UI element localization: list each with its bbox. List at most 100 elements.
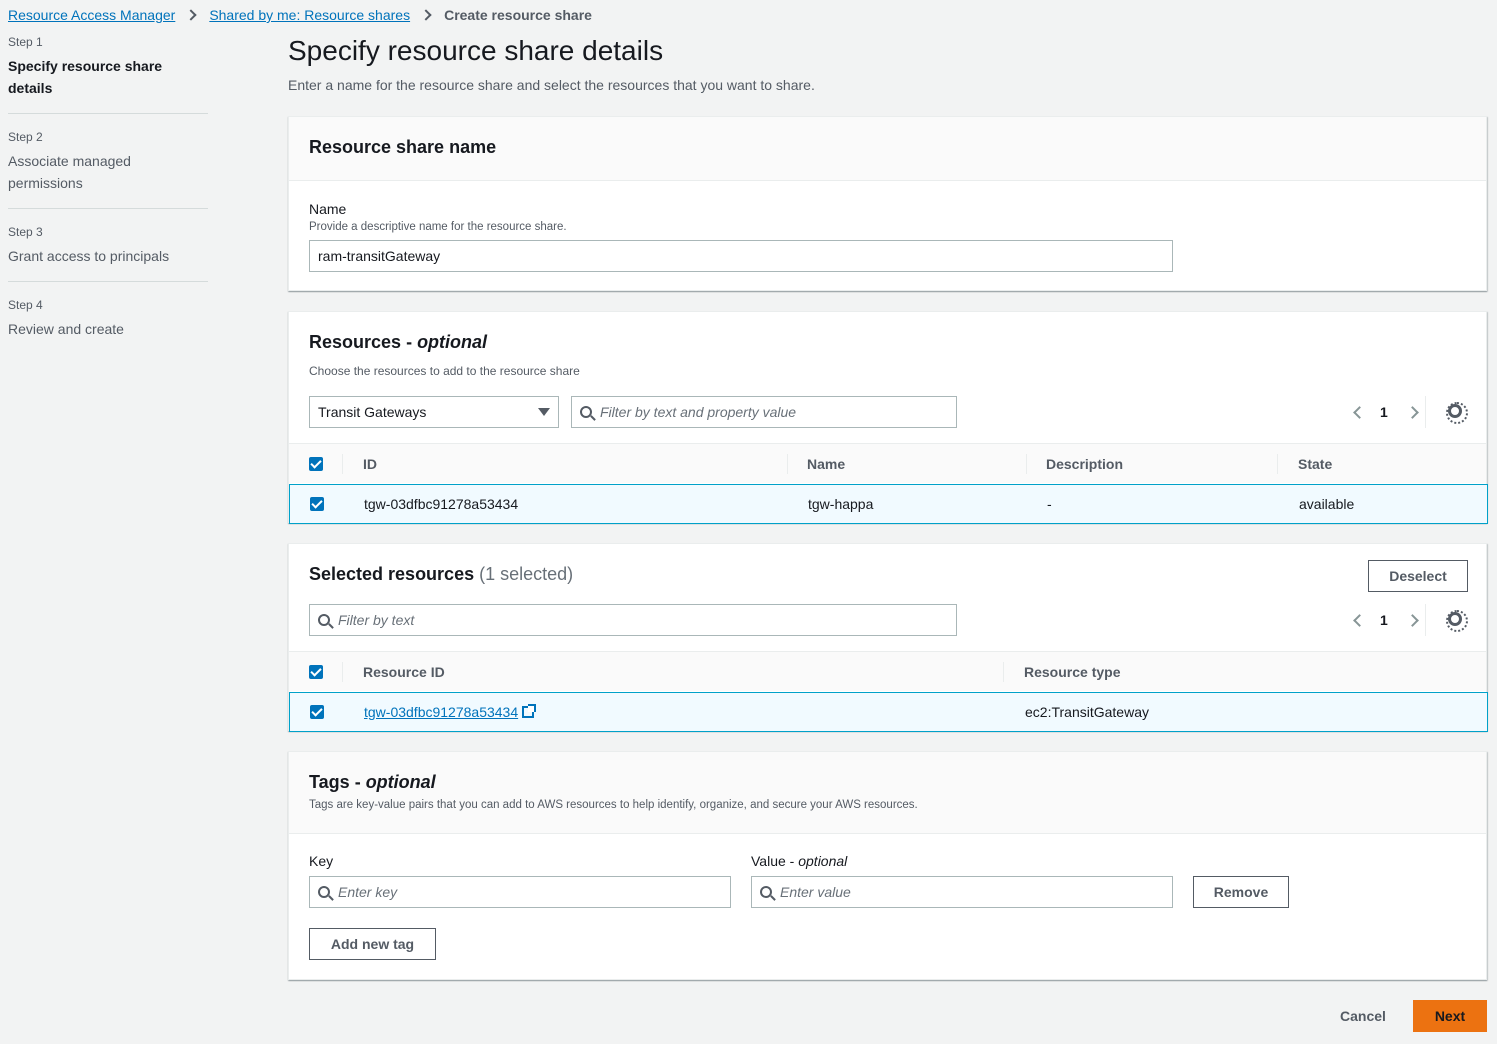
divider xyxy=(1425,604,1426,636)
column-divider xyxy=(787,454,788,474)
step-4: Step 4 Review and create xyxy=(8,298,208,354)
add-new-tag-button[interactable]: Add new tag xyxy=(309,928,436,960)
cell-name: tgw-happa xyxy=(808,496,874,512)
resources-filter-placeholder: Filter by text and property value xyxy=(600,404,797,420)
column-divider xyxy=(1026,454,1027,474)
tag-value-input[interactable]: Enter value xyxy=(751,876,1173,908)
step-2: Step 2 Associate managed permissions xyxy=(8,130,208,209)
resource-type-select[interactable]: Transit Gateways xyxy=(309,396,559,428)
page-number[interactable]: 1 xyxy=(1380,612,1388,628)
row-checkbox[interactable] xyxy=(310,497,324,511)
col-name[interactable]: Name xyxy=(807,456,845,472)
search-icon xyxy=(760,886,772,898)
tags-title: Tags - optional xyxy=(309,772,436,792)
col-description[interactable]: Description xyxy=(1046,456,1123,472)
resources-title-text: Resources xyxy=(309,332,402,352)
breadcrumb-resource-shares[interactable]: Shared by me: Resource shares xyxy=(209,7,410,23)
settings-gear-icon[interactable] xyxy=(1446,402,1468,424)
col-state[interactable]: State xyxy=(1298,456,1332,472)
chevron-right-icon xyxy=(185,9,197,21)
selected-count: (1 selected) xyxy=(479,564,574,584)
table-row[interactable]: tgw-03dfbc91278a53434 tgw-happa - availa… xyxy=(289,484,1488,524)
column-divider xyxy=(342,662,343,682)
step-label: Review and create xyxy=(8,321,124,337)
tags-panel: Tags - optional Tags are key-value pairs… xyxy=(288,751,1487,980)
column-divider xyxy=(342,454,343,474)
value-label-suffix: optional xyxy=(798,853,848,869)
settings-gear-icon[interactable] xyxy=(1446,610,1468,632)
key-label: Key xyxy=(309,853,334,869)
tags-title-text: Tags xyxy=(309,772,350,792)
breadcrumb-resource-access-manager[interactable]: Resource Access Manager xyxy=(8,7,175,23)
cell-resource-type: ec2:TransitGateway xyxy=(1025,704,1149,720)
wizard-steps: Step 1 Specify resource share details St… xyxy=(8,35,208,370)
column-divider xyxy=(1003,662,1004,682)
step-number: Step 4 xyxy=(8,298,43,312)
caret-down-icon xyxy=(538,408,550,416)
tags-title-suffix: optional xyxy=(365,772,436,792)
cancel-button[interactable]: Cancel xyxy=(1340,1008,1386,1024)
col-resource-id[interactable]: Resource ID xyxy=(363,664,445,680)
page-number[interactable]: 1 xyxy=(1380,404,1388,420)
col-id[interactable]: ID xyxy=(363,456,377,472)
chevron-right-icon[interactable] xyxy=(1405,613,1419,627)
breadcrumb: Resource Access Manager Shared by me: Re… xyxy=(8,7,592,23)
selected-table-header: Resource ID Resource type xyxy=(289,651,1486,691)
selected-title: Selected resources (1 selected) xyxy=(309,564,573,585)
remove-tag-button[interactable]: Remove xyxy=(1193,876,1289,908)
step-label: Associate managed permissions xyxy=(8,153,131,191)
page-title: Specify resource share details xyxy=(288,35,664,66)
panel-header: Resource share name xyxy=(289,117,1486,181)
resources-table-header: ID Name Description State xyxy=(289,443,1486,483)
resources-title-suffix: optional xyxy=(417,332,488,352)
tag-key-input[interactable]: Enter key xyxy=(309,876,731,908)
divider xyxy=(1425,396,1426,428)
resources-pagination: 1 xyxy=(1353,404,1419,420)
search-icon xyxy=(580,406,592,418)
selected-filter-placeholder: Filter by text xyxy=(338,612,415,628)
cell-resource-id[interactable]: tgw-03dfbc91278a53434 xyxy=(364,704,537,720)
chevron-left-icon[interactable] xyxy=(1353,405,1366,419)
col-resource-type[interactable]: Resource type xyxy=(1024,664,1120,680)
breadcrumb-current: Create resource share xyxy=(444,7,592,23)
name-input[interactable]: ram-transitGateway xyxy=(309,240,1173,272)
panel-header: Tags - optional Tags are key-value pairs… xyxy=(289,752,1486,834)
selected-title-text: Selected resources xyxy=(309,564,475,584)
name-hint: Provide a descriptive name for the resou… xyxy=(309,221,567,233)
table-row[interactable]: tgw-03dfbc91278a53434 ec2:TransitGateway xyxy=(289,692,1488,732)
name-label: Name xyxy=(309,201,347,217)
cell-description: - xyxy=(1047,496,1052,512)
external-link-icon[interactable] xyxy=(522,704,537,718)
page-subtitle: Enter a name for the resource share and … xyxy=(288,77,815,93)
panel-title: Resource share name xyxy=(309,137,497,157)
chevron-left-icon[interactable] xyxy=(1353,613,1366,627)
resource-type-value: Transit Gateways xyxy=(318,404,427,420)
deselect-button[interactable]: Deselect xyxy=(1368,560,1468,592)
step-1: Step 1 Specify resource share details xyxy=(8,35,208,114)
name-input-value: ram-transitGateway xyxy=(318,248,441,264)
resources-filter-input[interactable]: Filter by text and property value xyxy=(571,396,957,428)
row-checkbox[interactable] xyxy=(310,705,324,719)
step-number: Step 2 xyxy=(8,130,43,144)
selected-filter-input[interactable]: Filter by text xyxy=(309,604,957,636)
value-label-text: Value xyxy=(751,853,786,869)
search-icon xyxy=(318,614,330,626)
next-button[interactable]: Next xyxy=(1413,1000,1487,1032)
step-number: Step 1 xyxy=(8,35,43,49)
step-3: Step 3 Grant access to principals xyxy=(8,225,208,282)
tag-key-placeholder: Enter key xyxy=(338,884,398,900)
column-divider xyxy=(1277,454,1278,474)
selected-resources-panel: Selected resources (1 selected) Deselect… xyxy=(288,543,1488,732)
search-icon xyxy=(318,886,330,898)
resources-description: Choose the resources to add to the resou… xyxy=(309,364,580,378)
value-label: Value - optional xyxy=(751,853,848,869)
select-all-checkbox[interactable] xyxy=(309,456,323,471)
chevron-right-icon[interactable] xyxy=(1405,405,1419,419)
select-all-checkbox[interactable] xyxy=(309,664,323,679)
step-label: Grant access to principals xyxy=(8,248,170,264)
resource-share-name-panel: Resource share name Name Provide a descr… xyxy=(288,116,1487,291)
tag-value-placeholder: Enter value xyxy=(780,884,851,900)
chevron-right-icon xyxy=(420,9,432,21)
resource-id-link[interactable]: tgw-03dfbc91278a53434 xyxy=(364,704,518,720)
tags-description: Tags are key-value pairs that you can ad… xyxy=(309,799,918,811)
